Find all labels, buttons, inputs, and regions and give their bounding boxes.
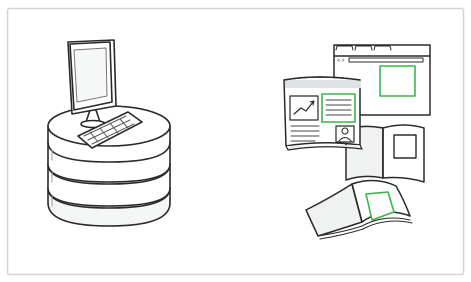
illustration-svg: <·>: [6, 7, 465, 276]
newspaper-icon: [283, 76, 363, 151]
newspaper-article-highlight: [321, 93, 356, 123]
browser-image-placeholder: [379, 65, 416, 97]
documents-and-publications-icon: <·>: [283, 44, 431, 240]
svg-text:<·>: <·>: [337, 58, 345, 64]
illustration-panel: <·>: [0, 0, 471, 282]
open-book-icon: [305, 179, 413, 240]
computer-on-database-icon: [47, 39, 171, 227]
